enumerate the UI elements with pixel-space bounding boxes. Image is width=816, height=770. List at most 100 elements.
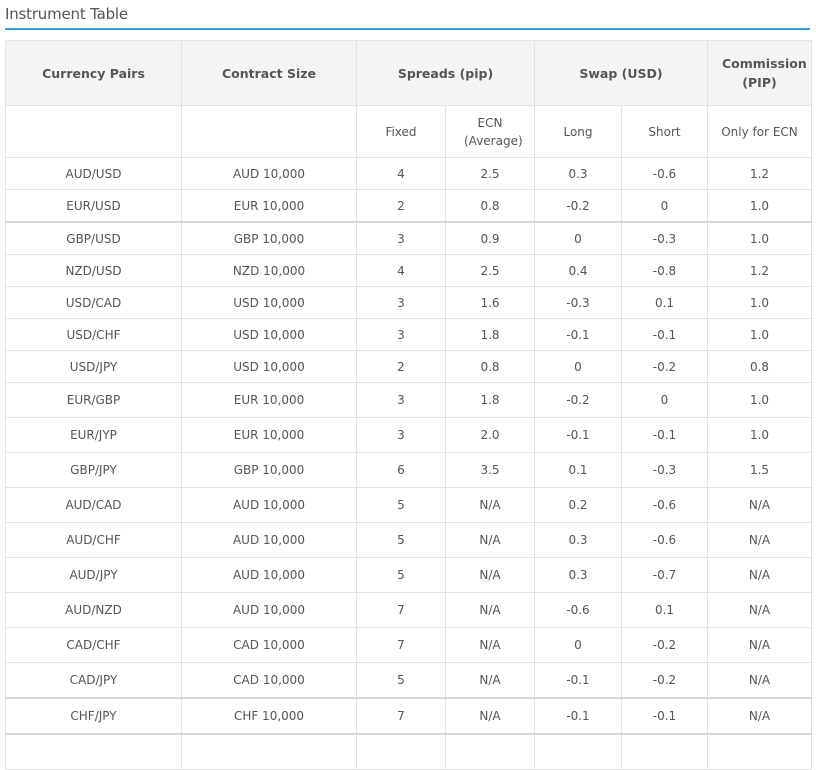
cell-spread-ecn: 0.8 bbox=[445, 350, 535, 383]
table-row: AUD/CHF AUD 10,000 5 N/A 0.3 -0.6 N/A bbox=[5, 522, 812, 558]
cell-contract-size: EUR 10,000 bbox=[181, 417, 357, 453]
cell-swap-long: -0.1 bbox=[534, 318, 622, 351]
cell-swap-short bbox=[621, 733, 708, 770]
cell-commission: N/A bbox=[707, 592, 812, 628]
cell-swap-long: -0.1 bbox=[534, 417, 622, 453]
cell-spread-ecn: 3.5 bbox=[445, 452, 535, 488]
cell-commission: N/A bbox=[707, 522, 812, 558]
cell-swap-long: 0 bbox=[534, 350, 622, 383]
cell-swap-short: -0.7 bbox=[621, 557, 708, 593]
cell-swap-short: -0.2 bbox=[621, 662, 708, 699]
cell-spread-fixed: 2 bbox=[356, 350, 446, 383]
cell-contract-size: USD 10,000 bbox=[181, 350, 357, 383]
table-row: GBP/USD GBP 10,000 3 0.9 0 -0.3 1.0 bbox=[5, 221, 812, 255]
cell-commission: 1.0 bbox=[707, 286, 812, 319]
cell-swap-long: 0.4 bbox=[534, 254, 622, 287]
cell-spread-fixed: 3 bbox=[356, 221, 446, 255]
cell-spread-ecn: 0.8 bbox=[445, 189, 535, 223]
cell-swap-long: 0.3 bbox=[534, 557, 622, 593]
table-row: NZD/USD NZD 10,000 4 2.5 0.4 -0.8 1.2 bbox=[5, 254, 812, 287]
cell-contract-size: GBP 10,000 bbox=[181, 221, 357, 255]
cell-currency-pair: CHF/JPY bbox=[5, 697, 182, 735]
cell-contract-size: EUR 10,000 bbox=[181, 382, 357, 418]
header-commission: Commission (PIP) bbox=[707, 40, 812, 106]
cell-swap-short: -0.6 bbox=[621, 522, 708, 558]
cell-spread-fixed: 5 bbox=[356, 662, 446, 699]
cell-swap-long: 0 bbox=[534, 627, 622, 663]
cell-contract-size: NZD 10,000 bbox=[181, 254, 357, 287]
cell-currency-pair bbox=[5, 733, 182, 770]
table-row: CAD/CHF CAD 10,000 7 N/A 0 -0.2 N/A bbox=[5, 627, 812, 663]
subheader-long: Long bbox=[534, 105, 622, 158]
cell-contract-size: CAD 10,000 bbox=[181, 662, 357, 699]
cell-spread-ecn bbox=[445, 733, 535, 770]
cell-commission: N/A bbox=[707, 662, 812, 699]
cell-swap-long: -0.1 bbox=[534, 662, 622, 699]
subheader-only-for-ecn: Only for ECN bbox=[707, 105, 812, 158]
cell-swap-long: -0.2 bbox=[534, 189, 622, 223]
cell-spread-ecn: 1.8 bbox=[445, 382, 535, 418]
cell-commission: 1.0 bbox=[707, 417, 812, 453]
header-currency-pairs: Currency Pairs bbox=[5, 40, 182, 106]
cell-contract-size: USD 10,000 bbox=[181, 318, 357, 351]
page-title: Instrument Table bbox=[5, 5, 128, 23]
cell-currency-pair: GBP/USD bbox=[5, 221, 182, 255]
cell-swap-short: 0.1 bbox=[621, 286, 708, 319]
cell-commission: 1.0 bbox=[707, 382, 812, 418]
instrument-table: Currency Pairs Contract Size Spreads (pi… bbox=[5, 40, 812, 770]
cell-swap-short: 0 bbox=[621, 189, 708, 223]
cell-swap-long: 0.1 bbox=[534, 452, 622, 488]
cell-currency-pair: AUD/USD bbox=[5, 157, 182, 190]
cell-currency-pair: USD/JPY bbox=[5, 350, 182, 383]
header-spreads: Spreads (pip) bbox=[356, 40, 535, 106]
cell-currency-pair: CAD/CHF bbox=[5, 627, 182, 663]
cell-swap-long: -0.6 bbox=[534, 592, 622, 628]
cell-swap-long: -0.3 bbox=[534, 286, 622, 319]
cell-spread-fixed: 4 bbox=[356, 254, 446, 287]
cell-spread-ecn: N/A bbox=[445, 557, 535, 593]
cell-commission: 1.0 bbox=[707, 318, 812, 351]
table-row: USD/CHF USD 10,000 3 1.8 -0.1 -0.1 1.0 bbox=[5, 318, 812, 351]
cell-swap-short: -0.3 bbox=[621, 221, 708, 255]
cell-spread-fixed: 7 bbox=[356, 697, 446, 735]
cell-commission: N/A bbox=[707, 697, 812, 735]
cell-swap-long bbox=[534, 733, 622, 770]
cell-contract-size: GBP 10,000 bbox=[181, 452, 357, 488]
subheader-ecn-average: ECN (Average) bbox=[445, 105, 535, 158]
cell-spread-ecn: N/A bbox=[445, 487, 535, 523]
subheader-short: Short bbox=[621, 105, 708, 158]
cell-contract-size: USD 10,000 bbox=[181, 286, 357, 319]
cell-commission: 0.8 bbox=[707, 350, 812, 383]
table-row: USD/CAD USD 10,000 3 1.6 -0.3 0.1 1.0 bbox=[5, 286, 812, 319]
cell-spread-fixed: 3 bbox=[356, 417, 446, 453]
header-contract-size: Contract Size bbox=[181, 40, 357, 106]
cell-contract-size: AUD 10,000 bbox=[181, 522, 357, 558]
cell-spread-ecn: 2.5 bbox=[445, 157, 535, 190]
table-row: USD/JPY USD 10,000 2 0.8 0 -0.2 0.8 bbox=[5, 350, 812, 383]
table-row: EUR/USD EUR 10,000 2 0.8 -0.2 0 1.0 bbox=[5, 189, 812, 223]
cell-commission: 1.0 bbox=[707, 189, 812, 223]
cell-commission: 1.5 bbox=[707, 452, 812, 488]
cell-currency-pair: EUR/USD bbox=[5, 189, 182, 223]
table-row: AUD/USD AUD 10,000 4 2.5 0.3 -0.6 1.2 bbox=[5, 157, 812, 190]
cell-swap-short: -0.2 bbox=[621, 627, 708, 663]
cell-spread-fixed: 4 bbox=[356, 157, 446, 190]
table-row bbox=[5, 733, 812, 770]
cell-spread-ecn: 1.6 bbox=[445, 286, 535, 319]
cell-spread-ecn: N/A bbox=[445, 592, 535, 628]
cell-spread-ecn: N/A bbox=[445, 697, 535, 735]
cell-commission bbox=[707, 733, 812, 770]
cell-currency-pair: GBP/JPY bbox=[5, 452, 182, 488]
cell-spread-ecn: 2.5 bbox=[445, 254, 535, 287]
cell-commission: N/A bbox=[707, 487, 812, 523]
cell-commission: N/A bbox=[707, 557, 812, 593]
cell-commission: 1.2 bbox=[707, 254, 812, 287]
table-row: CHF/JPY CHF 10,000 7 N/A -0.1 -0.1 N/A bbox=[5, 697, 812, 735]
table-row: AUD/NZD AUD 10,000 7 N/A -0.6 0.1 N/A bbox=[5, 592, 812, 628]
cell-swap-long: 0.3 bbox=[534, 522, 622, 558]
cell-currency-pair: AUD/CAD bbox=[5, 487, 182, 523]
cell-currency-pair: USD/CAD bbox=[5, 286, 182, 319]
cell-commission: 1.2 bbox=[707, 157, 812, 190]
cell-swap-long: 0.2 bbox=[534, 487, 622, 523]
cell-commission: 1.0 bbox=[707, 221, 812, 255]
